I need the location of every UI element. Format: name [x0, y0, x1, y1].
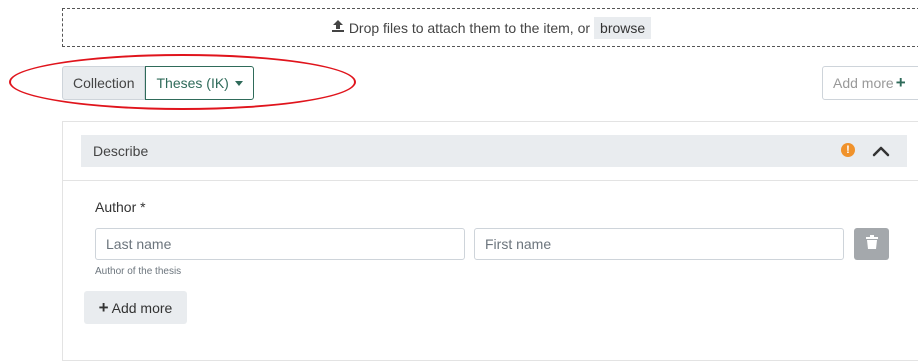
- first-name-input[interactable]: [474, 228, 844, 260]
- caret-down-icon: [234, 80, 243, 86]
- section-divider: [62, 180, 918, 181]
- add-more-author-button[interactable]: + Add more: [84, 291, 187, 324]
- last-name-input[interactable]: [95, 228, 465, 260]
- file-dropzone[interactable]: Drop files to attach them to the item, o…: [62, 8, 918, 47]
- chevron-up-icon[interactable]: [872, 144, 890, 162]
- describe-section-header[interactable]: Describe: [81, 135, 907, 167]
- author-help-text: Author of the thesis: [95, 266, 182, 277]
- add-more-label: Add more: [833, 75, 894, 91]
- delete-author-button[interactable]: [854, 228, 889, 260]
- upload-icon: [331, 19, 345, 36]
- collection-dropdown[interactable]: Theses (IK): [145, 66, 254, 100]
- author-field-label: Author *: [95, 199, 146, 215]
- trash-icon: [865, 234, 878, 254]
- plus-icon: +: [895, 73, 906, 92]
- dropzone-text: Drop files to attach them to the item, o…: [348, 19, 591, 36]
- plus-icon: +: [98, 297, 109, 317]
- add-more-author-label: Add more: [111, 299, 173, 316]
- section-title: Describe: [93, 143, 149, 159]
- collection-selector: Collection Theses (IK): [62, 66, 254, 100]
- collection-selected-value: Theses (IK): [156, 75, 229, 91]
- warning-icon: !: [841, 143, 855, 157]
- add-more-collection-button[interactable]: Add more +: [822, 66, 918, 100]
- browse-button[interactable]: browse: [594, 16, 652, 39]
- collection-label: Collection: [62, 66, 146, 100]
